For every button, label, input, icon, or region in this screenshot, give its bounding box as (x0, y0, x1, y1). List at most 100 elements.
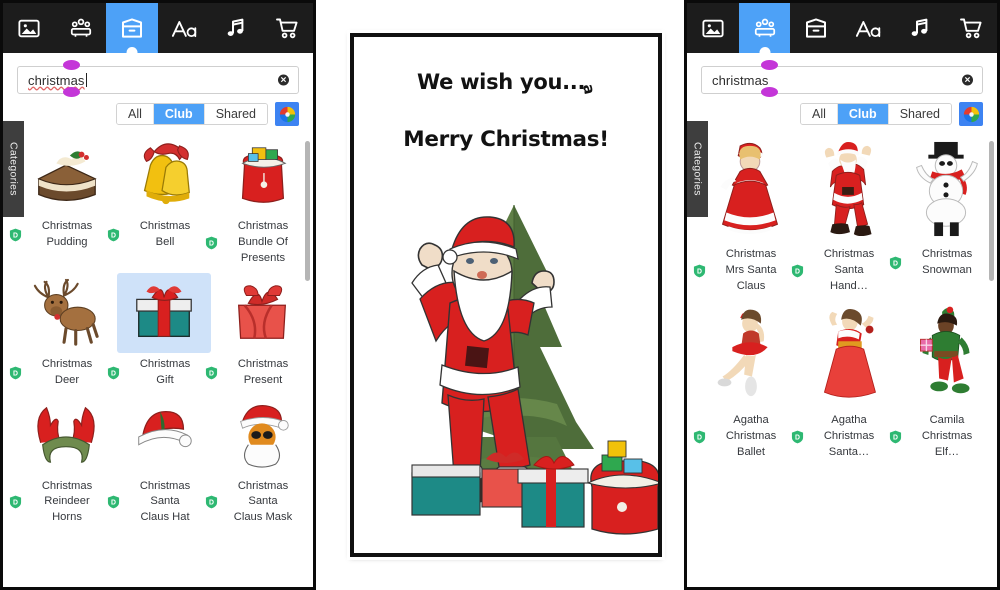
verified-shield-icon: D (107, 366, 120, 380)
sticker-thumbnail-bell (117, 135, 211, 215)
sticker-thumbnail-gift (117, 272, 211, 353)
left-sticker-panel: christmas ✕ All Club Shared Categories D… (0, 0, 316, 590)
canvas-text-line2[interactable]: Merry Christmas! (354, 127, 658, 152)
filter-all[interactable]: All (117, 104, 154, 124)
verified-shield-icon: D (107, 495, 120, 509)
sticker-thumbnail-horns (19, 395, 113, 475)
sticker-cell[interactable]: D Camila Christmas Elf… (889, 301, 995, 467)
toolbar-image[interactable] (3, 3, 55, 53)
selection-handle-top[interactable] (761, 60, 778, 70)
toolbar-box[interactable] (106, 3, 159, 53)
text-icon (171, 19, 197, 38)
filter-pill-group: All Club Shared (116, 103, 268, 125)
toolbar-music[interactable] (894, 3, 946, 53)
toolbar-cart[interactable] (945, 3, 997, 53)
sticker-caption: D Agatha Christmas Ballet (693, 413, 799, 461)
toolbar-people[interactable] (55, 3, 107, 53)
toolbar-people[interactable] (738, 3, 791, 53)
sticker-caption: D Christmas Present (205, 357, 311, 389)
sticker-thumbnail-mrssanta (703, 135, 797, 243)
right-scrollbar-thumb[interactable] (989, 141, 994, 281)
svg-text:D: D (13, 232, 18, 239)
toolbar-box[interactable] (790, 3, 842, 53)
filter-shared[interactable]: Shared (888, 104, 951, 124)
toolbar-music[interactable] (210, 3, 262, 53)
sticker-caption: D Camila Christmas Elf… (889, 413, 995, 461)
verified-shield-icon: D (791, 264, 804, 278)
sticker-cell[interactable]: D Christmas Bundle Of Presents (205, 135, 311, 273)
canvas-text-line1[interactable]: We wish you...a (354, 70, 658, 96)
box-icon (805, 17, 827, 39)
sticker-cell[interactable]: D Christmas Deer (9, 273, 115, 395)
sticker-cell[interactable]: D Christmas Present (205, 273, 311, 395)
filter-club[interactable]: Club (837, 104, 889, 124)
sticker-cell[interactable]: D Christmas Santa Claus Hat (107, 395, 213, 533)
sticker-cell[interactable]: D Christmas Bell (107, 135, 213, 273)
canvas-text-line1-value: We wish you... (417, 70, 586, 94)
sticker-caption: D Christmas Santa Claus Hat (107, 479, 213, 527)
clear-icon[interactable]: ✕ (962, 74, 973, 86)
design-canvas[interactable]: We wish you...a Merry Christmas! (350, 33, 662, 557)
sticker-caption: D Christmas Snowman (889, 247, 995, 279)
filter-all[interactable]: All (801, 104, 838, 124)
sticker-cell[interactable]: D Christmas Snowman (889, 135, 995, 301)
search-input[interactable]: christmas ✕ (17, 66, 299, 94)
sticker-caption: D Christmas Santa Hand… (791, 247, 897, 295)
sticker-thumbnail-hat (117, 395, 211, 475)
santa-scene-svg (411, 205, 658, 535)
svg-text:D: D (13, 500, 18, 507)
cart-icon (960, 18, 982, 39)
verified-shield-icon: D (9, 366, 22, 380)
toolbar-text[interactable] (158, 3, 210, 53)
people-icon (753, 18, 777, 38)
sticker-cell[interactable]: D Christmas Gift (107, 272, 213, 395)
color-wheel-icon[interactable] (275, 102, 299, 126)
right-search-area: christmas ✕ (687, 53, 997, 97)
sticker-cell[interactable]: D Christmas Pudding (9, 135, 115, 273)
verified-shield-icon: D (107, 228, 120, 242)
sticker-caption: D Christmas Santa Claus Mask (205, 479, 311, 527)
color-wheel-icon[interactable] (959, 102, 983, 126)
sticker-cell[interactable]: D Christmas Santa Claus Mask (205, 395, 311, 533)
sticker-cell[interactable]: D Agatha Christmas Ballet (693, 301, 799, 467)
svg-text:D: D (209, 370, 214, 377)
categories-tab[interactable]: Categories (687, 121, 708, 217)
sticker-thumbnail-snowman (899, 135, 993, 243)
categories-tab[interactable]: Categories (3, 121, 24, 217)
left-scrollbar-thumb[interactable] (305, 141, 310, 281)
filter-club[interactable]: Club (153, 104, 205, 124)
categories-tab-label: Categories (7, 142, 20, 196)
selection-handle-top[interactable] (63, 60, 80, 70)
sticker-thumbnail-gown (801, 301, 895, 409)
svg-text:D: D (209, 240, 214, 247)
toolbar-image[interactable] (687, 3, 739, 53)
sticker-cell[interactable]: D Agatha Christmas Santa… (791, 301, 897, 467)
verified-shield-icon: D (889, 256, 902, 270)
sticker-thumbnail-santawave (801, 135, 895, 243)
svg-text:D: D (795, 268, 800, 275)
verified-shield-icon: D (205, 366, 218, 380)
sticker-caption: D Christmas Gift (107, 357, 213, 389)
sticker-caption: D Agatha Christmas Santa… (791, 413, 897, 461)
left-sticker-grid: D Christmas Pudding D Christmas Bell D Christma… (3, 135, 313, 532)
music-icon (226, 18, 246, 38)
sticker-caption: D Christmas Reindeer Horns (9, 479, 115, 527)
svg-text:D: D (209, 500, 214, 507)
clear-icon[interactable]: ✕ (278, 74, 289, 86)
search-input-value: christmas (28, 72, 85, 88)
verified-shield-icon: D (205, 495, 218, 509)
canvas-artwork-santa-tree[interactable] (354, 187, 658, 553)
filter-shared[interactable]: Shared (204, 104, 267, 124)
sticker-cell[interactable]: D Christmas Santa Hand… (791, 135, 897, 301)
sticker-cell[interactable]: D Christmas Reindeer Horns (9, 395, 115, 533)
toolbar-cart[interactable] (261, 3, 313, 53)
search-input[interactable]: christmas ✕ (701, 66, 983, 94)
selection-handle-bottom[interactable] (761, 87, 778, 97)
sticker-caption: D Christmas Deer (9, 357, 115, 389)
toolbar-text[interactable] (842, 3, 894, 53)
left-sticker-scroll: D Christmas Pudding D Christmas Bell D Christma… (3, 135, 313, 587)
sticker-cell[interactable]: D Christmas Mrs Santa Claus (693, 135, 799, 301)
categories-tab-label: Categories (691, 142, 704, 196)
selection-handle-bottom[interactable] (63, 87, 80, 97)
canvas-text-rotated-char: a (579, 82, 599, 96)
